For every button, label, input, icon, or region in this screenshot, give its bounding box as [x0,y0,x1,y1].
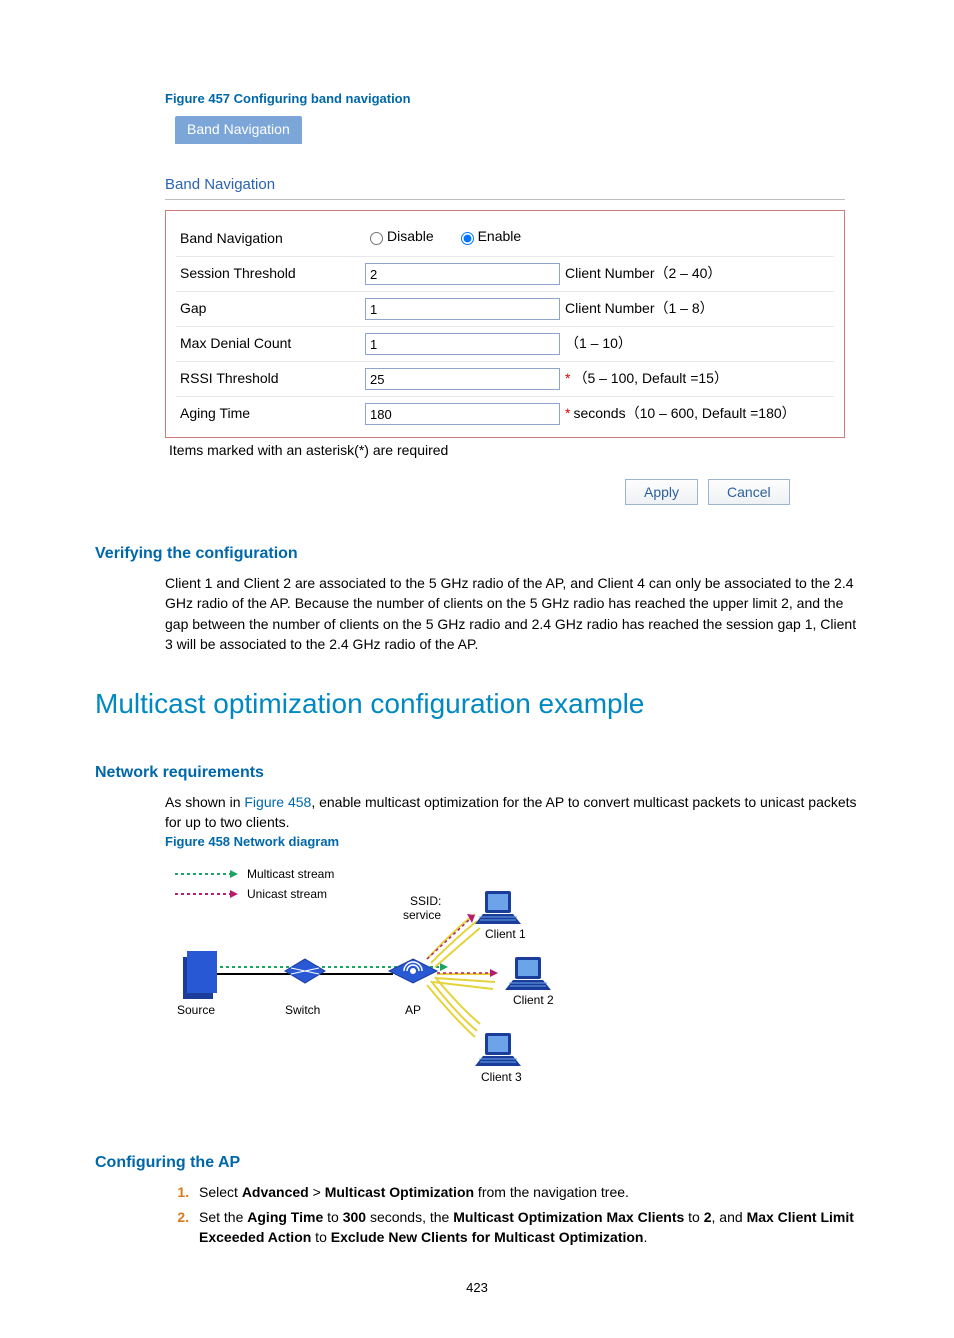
heading-multicast: Multicast optimization configuration exa… [95,684,859,723]
cancel-button[interactable]: Cancel [708,479,790,505]
input-aging[interactable] [365,403,560,425]
figure-458-diagram: Multicast stream Unicast stream SSID: se… [165,859,585,1115]
label-client3: Client 3 [481,1070,522,1084]
ssid-line1: SSID: [410,894,441,908]
apply-button[interactable]: Apply [625,479,698,505]
heading-verifying: Verifying the configuration [95,543,859,565]
label-gap: Gap [180,299,365,319]
figure-458-caption: Figure 458 Network diagram [165,833,859,851]
label-client1: Client 1 [485,927,526,941]
verifying-body: Client 1 and Client 2 are associated to … [165,573,859,654]
row-rssi: RSSI Threshold *（5 – 100, Default =15） [176,362,834,397]
hint-gap: Client Number（1 – 8） [565,299,714,319]
legend-unicast: Unicast stream [247,887,327,901]
step-1: Select Advanced > Multicast Optimization… [193,1183,859,1203]
hint-session: Client Number（2 – 40） [565,264,721,284]
footer-note: Items marked with an asterisk(*) are req… [165,438,845,461]
input-denial[interactable] [365,333,560,355]
row-denial: Max Denial Count （1 – 10） [176,327,834,362]
label-aging: Aging Time [180,404,365,424]
figure-457-caption: Figure 457 Configuring band navigation [165,90,859,108]
hint-rssi: *（5 – 100, Default =15） [565,369,728,389]
label-session: Session Threshold [180,264,365,284]
hint-denial: （1 – 10） [565,334,632,354]
heading-netreq: Network requirements [95,762,859,784]
band-nav-panel-title: Band Navigation [165,174,845,200]
label-band-nav: Band Navigation [180,229,365,249]
row-aging: Aging Time *seconds（10 – 600, Default =1… [176,397,834,431]
hint-aging: *seconds（10 – 600, Default =180） [565,404,796,424]
ssid-line2: service [403,908,441,922]
label-rssi: RSSI Threshold [180,369,365,389]
row-session-threshold: Session Threshold Client Number（2 – 40） [176,257,834,292]
band-nav-panel: Band Navigation Disable Enable Session T… [165,210,845,438]
label-ap: AP [405,1003,421,1017]
figure-457: Band Navigation Band Navigation Band Nav… [165,116,845,505]
client2-icon [505,957,551,990]
radio-enable[interactable]: Enable [456,227,522,247]
client3-icon [475,1033,521,1066]
xref-figure-458[interactable]: Figure 458 [244,794,311,810]
page-number: 423 [95,1279,859,1297]
band-nav-tab[interactable]: Band Navigation [175,116,302,144]
legend-multicast: Multicast stream [247,867,334,881]
heading-configuring-ap: Configuring the AP [95,1152,859,1174]
label-source: Source [177,1003,215,1017]
row-band-navigation: Band Navigation Disable Enable [176,221,834,257]
label-switch: Switch [285,1003,320,1017]
label-client2: Client 2 [513,993,554,1007]
netreq-body: As shown in Figure 458, enable multicast… [165,792,859,833]
input-session[interactable] [365,263,560,285]
step-2: Set the Aging Time to 300 seconds, the M… [193,1208,859,1247]
radio-disable[interactable]: Disable [365,227,434,247]
row-gap: Gap Client Number（1 – 8） [176,292,834,327]
steps-list: Select Advanced > Multicast Optimization… [165,1183,859,1248]
input-gap[interactable] [365,298,560,320]
label-denial: Max Denial Count [180,334,365,354]
client1-icon [475,891,521,924]
input-rssi[interactable] [365,368,560,390]
